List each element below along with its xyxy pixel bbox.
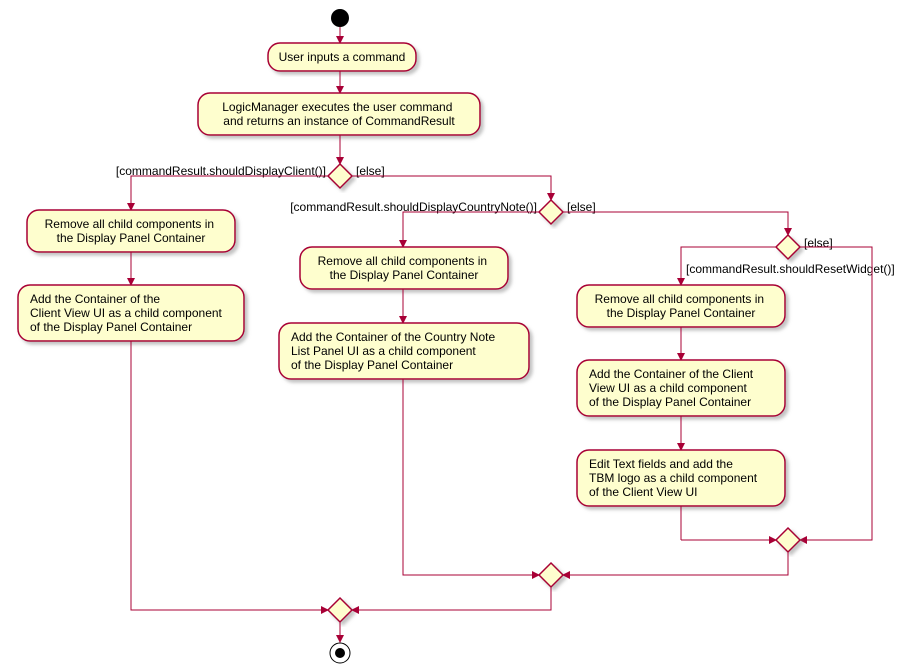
activity-label: LogicManager executes the user command a… (222, 100, 455, 128)
start-node (331, 9, 349, 27)
merge-d1 (328, 598, 352, 622)
merge-d3 (776, 528, 800, 552)
decision-should-display-client (328, 164, 352, 188)
activity-label: Remove all child components in the Displ… (595, 292, 768, 320)
activity-label: Remove all child components in the Displ… (318, 254, 491, 282)
merge-d2 (539, 563, 563, 587)
decision-should-reset-widget (776, 235, 800, 259)
activity-label: User inputs a command (279, 50, 406, 64)
guard-label: [else] (804, 236, 833, 250)
activity-label: Add the Container of the Client View UI … (589, 367, 756, 409)
guard-label: [commandResult.shouldResetWidget()] (686, 262, 895, 276)
decision-should-display-countrynote (539, 200, 563, 224)
activity-label: Remove all child components in the Displ… (45, 217, 218, 245)
